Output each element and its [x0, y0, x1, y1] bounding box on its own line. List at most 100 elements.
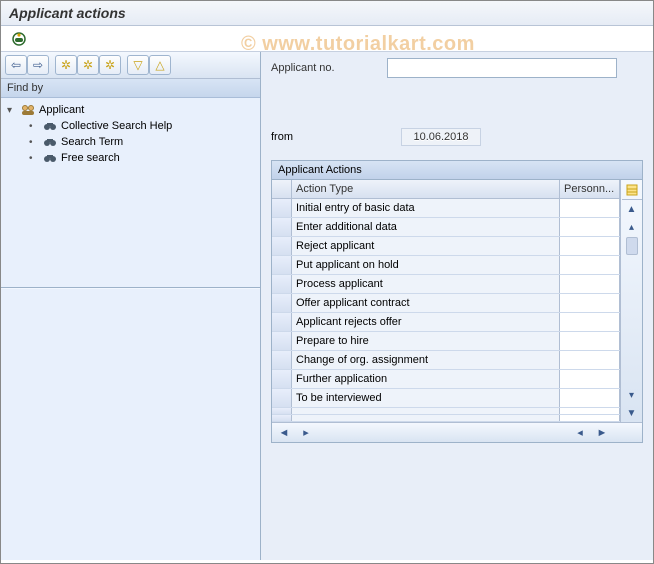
tree-item-free-search[interactable]: Free search [5, 150, 256, 166]
execute-icon[interactable] [9, 30, 29, 46]
col-action-type[interactable]: Action Type [292, 180, 560, 198]
hscroll-prev-button[interactable]: ▸ [298, 426, 314, 439]
col-selector[interactable] [272, 180, 292, 198]
find-by-label: Find by [7, 82, 43, 94]
row-selector[interactable] [272, 275, 292, 293]
row-selector[interactable] [272, 218, 292, 236]
scroll-line-up-button[interactable]: ▴ [629, 218, 634, 236]
row-selector[interactable] [272, 294, 292, 312]
cell-personnel[interactable] [560, 408, 620, 414]
cell-action-type[interactable]: Prepare to hire [292, 332, 560, 350]
scroll-line-down-button[interactable]: ▾ [629, 386, 634, 404]
arrow-right-icon: ⇨ [33, 58, 43, 72]
hscroll-last-button[interactable]: ► [594, 427, 610, 439]
toolbar-btn-3[interactable]: ✲ [55, 55, 77, 75]
table-row: Change of org. assignment [272, 351, 620, 370]
table-row: To be interviewed [272, 389, 620, 408]
row-selector[interactable] [272, 237, 292, 255]
tree-item-collective-search[interactable]: Collective Search Help [5, 118, 256, 134]
table-row: Put applicant on hold [272, 256, 620, 275]
cell-personnel[interactable] [560, 256, 620, 274]
row-selector[interactable] [272, 332, 292, 350]
find-by-header: Find by [1, 79, 260, 98]
from-row: from 10.06.2018 [271, 128, 643, 146]
cell-personnel[interactable] [560, 237, 620, 255]
row-selector[interactable] [272, 408, 292, 414]
tree-root-applicant[interactable]: Applicant [5, 102, 256, 118]
row-selector[interactable] [272, 313, 292, 331]
row-selector[interactable] [272, 415, 292, 421]
scroll-down-button[interactable]: ▼ [627, 404, 637, 422]
cell-action-type[interactable] [292, 408, 560, 414]
row-selector[interactable] [272, 199, 292, 217]
table-row [272, 408, 620, 415]
page-title: Applicant actions [1, 1, 653, 26]
tree-item-search-term[interactable]: Search Term [5, 134, 256, 150]
cell-personnel[interactable] [560, 199, 620, 217]
hscroll-next-button[interactable]: ◂ [572, 426, 588, 439]
nav-back-button[interactable]: ⇦ [5, 55, 27, 75]
cell-personnel[interactable] [560, 332, 620, 350]
table-row: Reject applicant [272, 237, 620, 256]
cell-personnel[interactable] [560, 389, 620, 407]
cell-personnel[interactable] [560, 294, 620, 312]
cell-action-type[interactable]: Enter additional data [292, 218, 560, 236]
command-bar [1, 26, 653, 52]
horizontal-scroll: ◄ ▸ ◂ ► [272, 422, 642, 442]
scroll-thumb[interactable] [626, 237, 638, 255]
cell-action-type[interactable]: Initial entry of basic data [292, 199, 560, 217]
row-selector[interactable] [272, 389, 292, 407]
cell-personnel[interactable] [560, 415, 620, 421]
configure-columns-button[interactable] [622, 180, 642, 200]
star-icon: ✲ [61, 58, 71, 72]
arrow-left-icon: ⇦ [11, 58, 21, 72]
cell-action-type[interactable]: Change of org. assignment [292, 351, 560, 369]
table-row: Offer applicant contract [272, 294, 620, 313]
applicant-no-row: Applicant no. [271, 58, 643, 78]
tree-item-label: Collective Search Help [61, 120, 172, 132]
row-selector[interactable] [272, 256, 292, 274]
cell-action-type[interactable]: To be interviewed [292, 389, 560, 407]
tree-view: Applicant Collective Search Help Search … [1, 98, 260, 288]
cell-action-type[interactable]: Put applicant on hold [292, 256, 560, 274]
cell-personnel[interactable] [560, 351, 620, 369]
right-pane: Applicant no. from 10.06.2018 Applicant … [261, 52, 653, 560]
table-row [272, 415, 620, 422]
star-icon: ✲ [83, 58, 93, 72]
binoculars-icon [43, 120, 57, 132]
applicant-actions-panel: Applicant Actions Action Type Personn...… [271, 160, 643, 443]
scroll-up-button[interactable]: ▲ [627, 200, 637, 218]
table-row: Further application [272, 370, 620, 389]
table-row: Process applicant [272, 275, 620, 294]
toolbar-btn-5[interactable]: ✲ [99, 55, 121, 75]
cell-action-type[interactable]: Reject applicant [292, 237, 560, 255]
cell-personnel[interactable] [560, 275, 620, 293]
cell-action-type[interactable]: Applicant rejects offer [292, 313, 560, 331]
table-row: Initial entry of basic data [272, 199, 620, 218]
triangle-up-icon: △ [155, 58, 164, 72]
table-body: Initial entry of basic dataEnter additio… [272, 199, 620, 422]
cell-personnel[interactable] [560, 313, 620, 331]
cell-personnel[interactable] [560, 218, 620, 236]
nav-forward-button[interactable]: ⇨ [27, 55, 49, 75]
toolbar-btn-4[interactable]: ✲ [77, 55, 99, 75]
cell-action-type[interactable]: Further application [292, 370, 560, 388]
hscroll-first-button[interactable]: ◄ [276, 427, 292, 439]
left-toolbar: ⇦ ⇨ ✲ ✲ ✲ ▽ △ [1, 52, 260, 79]
collapse-all-button[interactable]: △ [149, 55, 171, 75]
table-row: Prepare to hire [272, 332, 620, 351]
from-label: from [271, 131, 293, 143]
expand-all-button[interactable]: ▽ [127, 55, 149, 75]
cell-personnel[interactable] [560, 370, 620, 388]
people-icon [21, 104, 35, 116]
left-pane: ⇦ ⇨ ✲ ✲ ✲ ▽ △ Find by Applicant [1, 52, 261, 560]
cell-action-type[interactable]: Process applicant [292, 275, 560, 293]
cell-action-type[interactable] [292, 415, 560, 421]
row-selector[interactable] [272, 351, 292, 369]
cell-action-type[interactable]: Offer applicant contract [292, 294, 560, 312]
col-personnel[interactable]: Personn... [560, 180, 620, 198]
from-date-value[interactable]: 10.06.2018 [401, 128, 481, 146]
row-selector[interactable] [272, 370, 292, 388]
left-pane-blank-area [1, 288, 260, 560]
applicant-no-input[interactable] [387, 58, 617, 78]
